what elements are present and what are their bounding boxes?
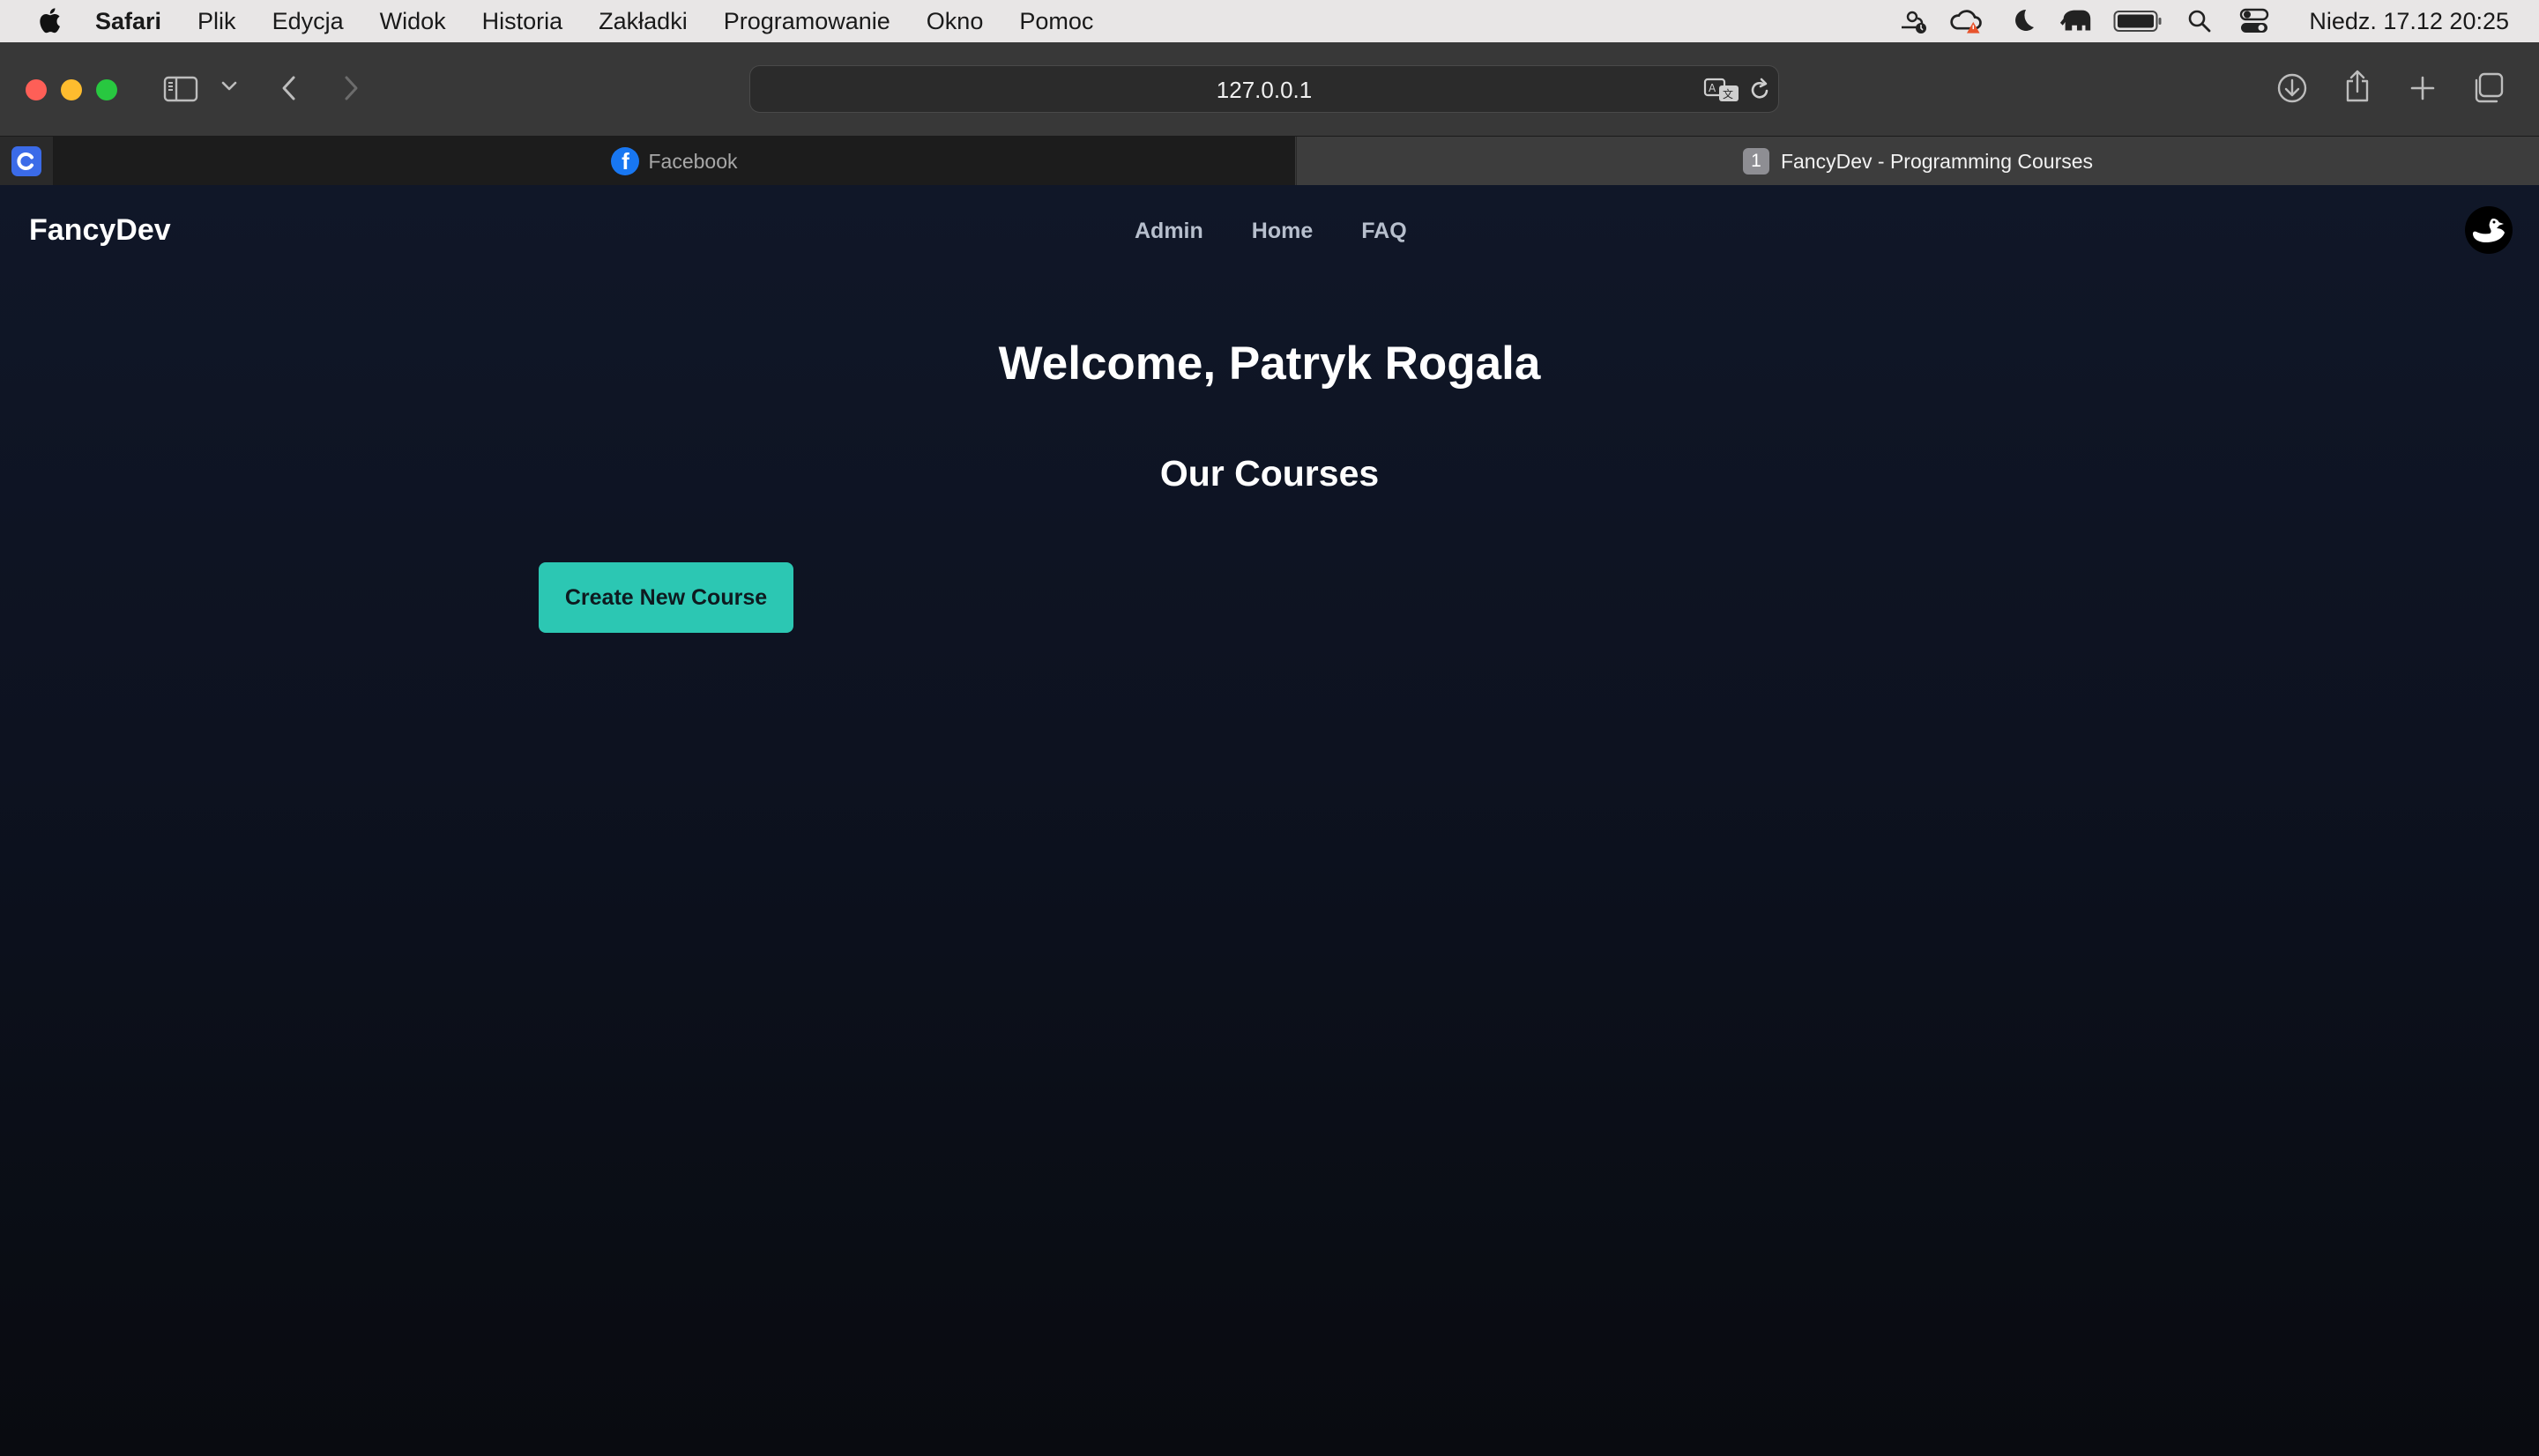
translate-icon[interactable]: A文 bbox=[1702, 75, 1741, 105]
address-bar[interactable]: 127.0.0.1 A文 bbox=[749, 65, 1779, 113]
facebook-icon: f bbox=[611, 147, 640, 175]
nav-admin[interactable]: Admin bbox=[1135, 219, 1203, 244]
site-logo[interactable]: FancyDev bbox=[29, 213, 171, 248]
macos-menu-bar: Safari Plik Edycja Widok Historia Zakład… bbox=[0, 0, 2539, 42]
chevron-down-icon[interactable] bbox=[217, 74, 242, 99]
download-icon[interactable] bbox=[2275, 71, 2310, 106]
share-icon[interactable] bbox=[2342, 67, 2373, 106]
web-page: FancyDev Admin Home FAQ Welcome, Patryk … bbox=[0, 185, 2539, 1456]
search-icon[interactable] bbox=[2182, 6, 2217, 36]
pinned-tab[interactable] bbox=[0, 137, 54, 186]
weather-icon[interactable] bbox=[1895, 6, 1930, 36]
apple-logo-icon[interactable] bbox=[35, 5, 62, 35]
nav-home[interactable]: Home bbox=[1252, 219, 1313, 244]
menu-widok[interactable]: Widok bbox=[380, 8, 446, 35]
control-center-icon[interactable] bbox=[2237, 6, 2272, 36]
tab-badge: 1 bbox=[1742, 148, 1769, 175]
menu-plik[interactable]: Plik bbox=[197, 8, 236, 35]
pinned-c-icon bbox=[11, 146, 41, 176]
battery-icon[interactable] bbox=[2113, 6, 2163, 36]
status-area: Niedz. 17.12 20:25 bbox=[1875, 0, 2509, 42]
courses-heading: Our Courses bbox=[1159, 453, 1380, 494]
menu-historia[interactable]: Historia bbox=[482, 8, 563, 35]
menu-zakladki[interactable]: Zakładki bbox=[599, 8, 688, 35]
duck-avatar-icon bbox=[2473, 219, 2505, 242]
tab-facebook[interactable]: f Facebook bbox=[54, 137, 1296, 186]
tab-fancydev[interactable]: 1 FancyDev - Programming Courses bbox=[1297, 137, 2539, 186]
back-icon[interactable] bbox=[275, 71, 303, 106]
nav-faq[interactable]: FAQ bbox=[1361, 219, 1406, 244]
main-nav: Admin Home FAQ bbox=[1135, 219, 1407, 244]
moon-icon[interactable] bbox=[2004, 6, 2039, 36]
new-tab-icon[interactable] bbox=[2407, 72, 2438, 104]
menu-edycja[interactable]: Edycja bbox=[272, 8, 344, 35]
close-window-button[interactable] bbox=[26, 79, 47, 100]
forward-icon[interactable] bbox=[337, 71, 365, 106]
menu-list: Safari Plik Edycja Widok Historia Zakład… bbox=[95, 0, 1129, 42]
menu-pomoc[interactable]: Pomoc bbox=[1019, 8, 1093, 35]
menu-programowanie[interactable]: Programowanie bbox=[724, 8, 890, 35]
menubar-clock[interactable]: Niedz. 17.12 20:25 bbox=[2309, 8, 2509, 35]
user-avatar[interactable] bbox=[2465, 206, 2513, 254]
sidebar-icon[interactable] bbox=[162, 71, 199, 108]
elephant-icon[interactable] bbox=[2059, 6, 2094, 36]
menu-safari[interactable]: Safari bbox=[95, 8, 161, 35]
tab-fancydev-title: FancyDev - Programming Courses bbox=[1780, 149, 2094, 173]
svg-text:A: A bbox=[1709, 82, 1716, 94]
tab-overview-icon[interactable] bbox=[2470, 71, 2505, 106]
browser-toolbar: 127.0.0.1 A文 bbox=[0, 42, 2539, 136]
create-new-course-button[interactable]: Create New Course bbox=[539, 562, 793, 633]
welcome-heading: Welcome, Patryk Rogala bbox=[998, 338, 1541, 390]
svg-text:文: 文 bbox=[1723, 87, 1733, 100]
tab-facebook-title: Facebook bbox=[648, 149, 738, 173]
menu-okno[interactable]: Okno bbox=[927, 8, 984, 35]
creative-cloud-icon[interactable] bbox=[1949, 6, 1984, 36]
minimize-window-button[interactable] bbox=[61, 79, 82, 100]
reload-icon[interactable] bbox=[1746, 77, 1773, 103]
url-text[interactable]: 127.0.0.1 bbox=[750, 66, 1778, 114]
tab-bar: f Facebook 1 FancyDev - Programming Cour… bbox=[0, 136, 2539, 186]
zoom-window-button[interactable] bbox=[96, 79, 117, 100]
